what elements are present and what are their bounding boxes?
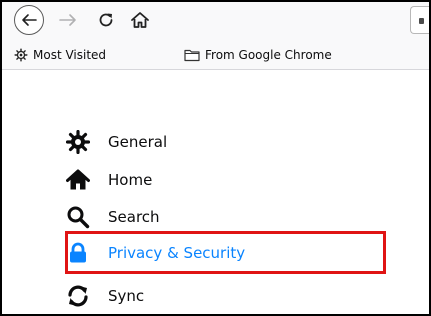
forward-arrow-icon[interactable] [58,10,78,30]
category-general[interactable]: General [66,126,366,158]
category-label: General [108,133,168,151]
category-sync[interactable]: Sync [66,280,366,312]
navigation-toolbar [2,2,429,40]
bookmark-folder-from-google-chrome[interactable]: From Google Chrome [184,47,332,63]
category-home[interactable]: Home [66,164,366,196]
home-icon[interactable] [130,10,150,30]
gear-icon [66,130,90,154]
back-button[interactable] [14,5,44,35]
sync-icon [66,284,90,308]
reload-icon[interactable] [96,10,116,30]
bookmark-most-visited[interactable]: Most Visited [14,47,106,63]
gear-icon [14,48,28,62]
category-search[interactable]: Search [66,201,366,233]
browser-window: Most Visited From Google Chrome General … [0,0,431,316]
bookmark-label: Most Visited [33,48,107,62]
bookmarks-toolbar: Most Visited From Google Chrome [2,40,429,70]
folder-icon [184,49,200,62]
search-icon [66,205,90,229]
category-label: Sync [108,287,145,305]
back-arrow-icon [22,14,37,26]
preferences-categories: General Home Search Privacy & Security S… [2,70,429,310]
bookmark-label: From Google Chrome [205,48,332,62]
url-bar[interactable] [410,6,429,34]
highlight-annotation [65,231,386,274]
category-label: Home [108,171,153,189]
category-label: Search [108,208,160,226]
home-icon [66,168,90,192]
site-identity-icon[interactable] [419,18,424,24]
